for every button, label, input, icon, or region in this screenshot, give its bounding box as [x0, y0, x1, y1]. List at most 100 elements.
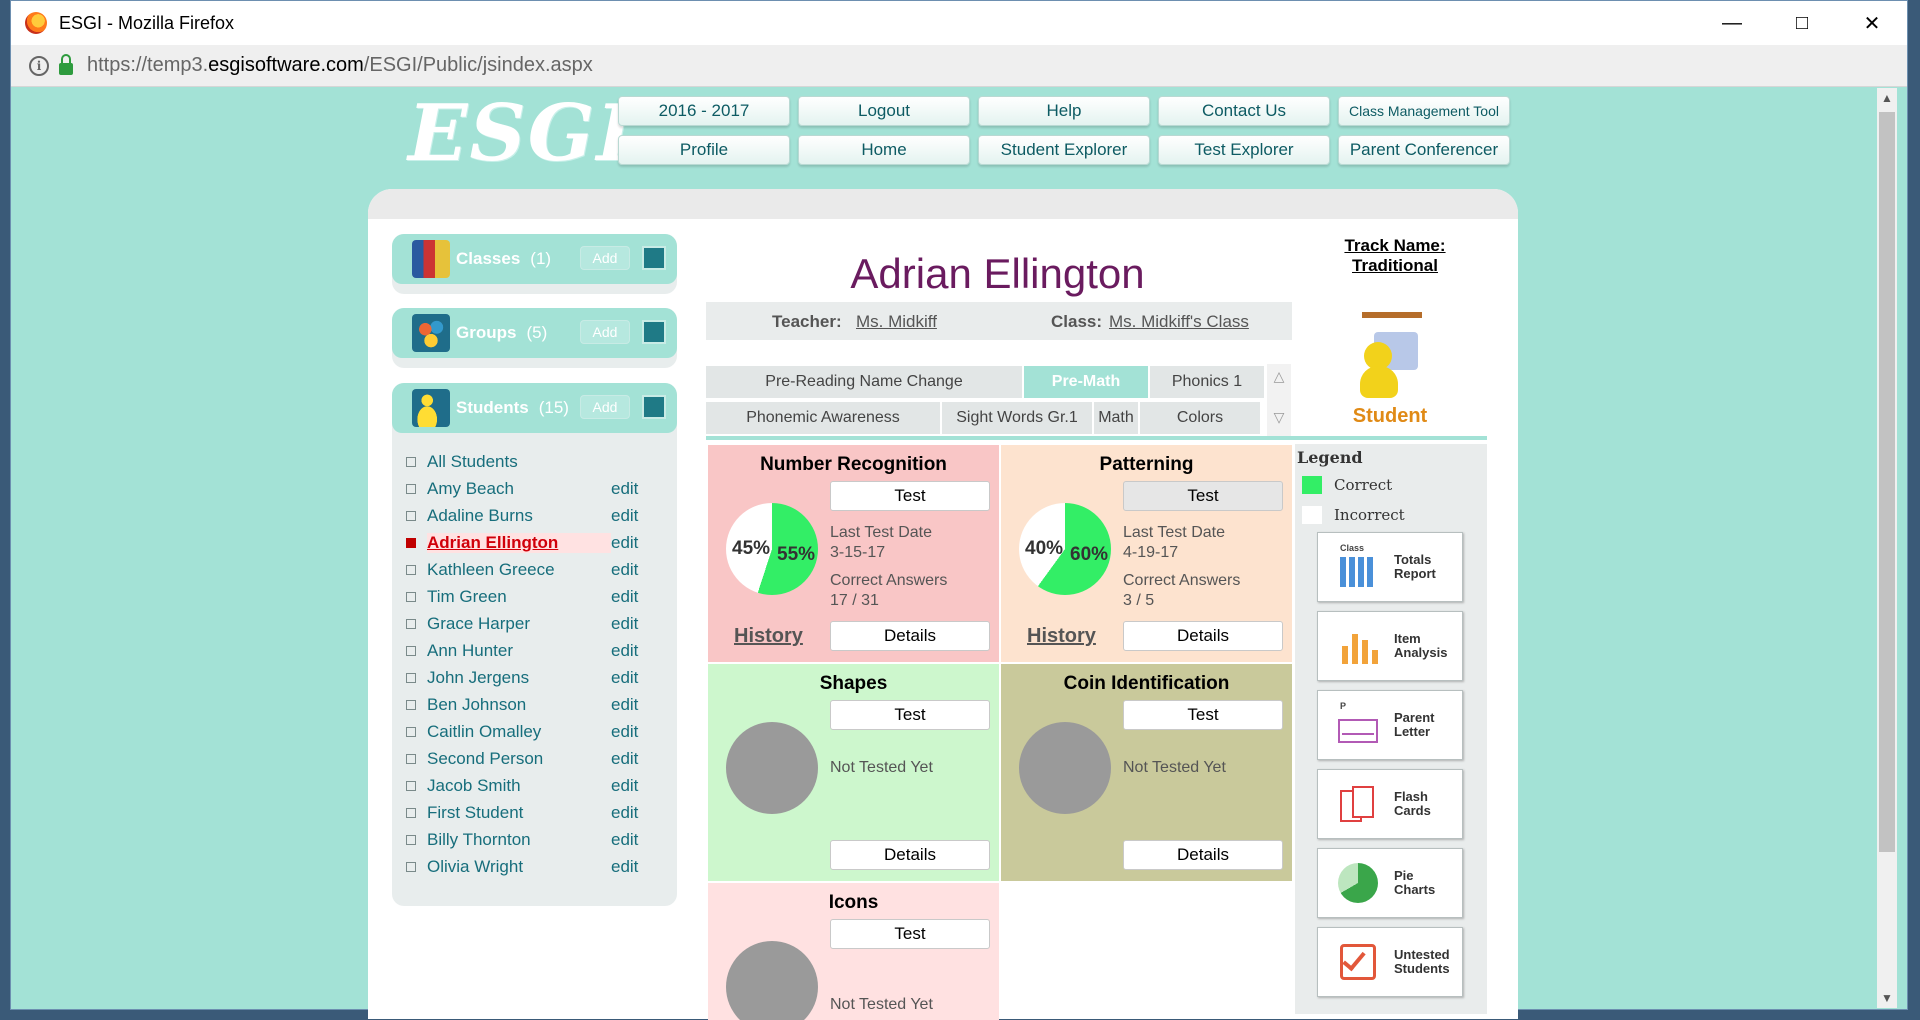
edit-link[interactable]: edit [611, 641, 638, 661]
edit-link[interactable]: edit [611, 830, 638, 850]
history-link[interactable]: History [1027, 625, 1096, 648]
profile-button[interactable]: Profile [618, 135, 790, 165]
checkbox[interactable] [406, 808, 416, 818]
edit-link[interactable]: edit [611, 533, 638, 553]
checkbox[interactable] [406, 484, 416, 494]
scroll-down-icon[interactable]: ▼ [1877, 988, 1897, 1008]
list-item[interactable]: Adaline Burns edit [406, 505, 666, 527]
untested-students-button[interactable]: Untested Students [1317, 927, 1463, 997]
expand-icon[interactable] [642, 320, 666, 344]
list-item[interactable]: All Students [406, 451, 666, 473]
students-label[interactable]: Students [456, 398, 529, 418]
contact-us-button[interactable]: Contact Us [1158, 96, 1330, 126]
edit-link[interactable]: edit [611, 776, 638, 796]
list-item[interactable]: Tim Green edit [406, 586, 666, 608]
student-link[interactable]: Adaline Burns [427, 506, 611, 526]
checkbox[interactable] [406, 673, 416, 683]
minimize-button[interactable]: — [1697, 1, 1767, 45]
groups-label[interactable]: Groups [456, 323, 516, 343]
close-button[interactable]: ✕ [1837, 1, 1907, 45]
edit-link[interactable]: edit [611, 722, 638, 742]
edit-link[interactable]: edit [611, 506, 638, 526]
list-item[interactable]: Olivia Wright edit [406, 856, 666, 878]
maximize-button[interactable]: □ [1767, 1, 1837, 45]
list-item[interactable]: Amy Beach edit [406, 478, 666, 500]
totals-report-button[interactable]: Class Totals Report [1317, 532, 1463, 602]
checkbox[interactable] [406, 700, 416, 710]
classes-label[interactable]: Classes [456, 249, 520, 269]
edit-link[interactable]: edit [611, 803, 638, 823]
flash-cards-button[interactable]: Flash Cards [1317, 769, 1463, 839]
student-link[interactable]: Ann Hunter [427, 641, 611, 661]
teacher-link[interactable]: Ms. Midkiff [856, 312, 937, 332]
home-button[interactable]: Home [798, 135, 970, 165]
list-item[interactable]: Ann Hunter edit [406, 640, 666, 662]
scrollbar-thumb[interactable] [1879, 112, 1895, 852]
item-analysis-button[interactable]: Item Analysis [1317, 611, 1463, 681]
year-button[interactable]: 2016 - 2017 [618, 96, 790, 126]
checkbox[interactable] [406, 457, 416, 467]
test-button[interactable]: Test [1123, 481, 1283, 511]
esgi-logo[interactable]: ESGI [408, 88, 635, 179]
chevron-down-icon[interactable]: ▽ [1267, 409, 1291, 426]
subject-tab[interactable]: Phonemic Awareness [706, 402, 940, 434]
checkbox[interactable] [406, 538, 416, 548]
subject-tab[interactable]: Math [1094, 402, 1138, 434]
checkbox[interactable] [406, 835, 416, 845]
help-button[interactable]: Help [978, 96, 1150, 126]
edit-link[interactable]: edit [611, 479, 638, 499]
edit-link[interactable]: edit [611, 749, 638, 769]
class-management-tool-button[interactable]: Class Management Tool [1338, 96, 1510, 126]
student-link[interactable]: Olivia Wright [427, 857, 611, 877]
student-explorer-button[interactable]: Student Explorer [978, 135, 1150, 165]
student-link[interactable]: John Jergens [427, 668, 611, 688]
subject-tab[interactable]: Phonics 1 [1150, 366, 1264, 398]
subject-tab[interactable]: Sight Words Gr.1 [942, 402, 1092, 434]
details-button[interactable]: Details [1123, 840, 1283, 870]
details-button[interactable]: Details [830, 621, 990, 651]
student-link[interactable]: Billy Thornton [427, 830, 611, 850]
logout-button[interactable]: Logout [798, 96, 970, 126]
edit-link[interactable]: edit [611, 857, 638, 877]
student-link[interactable]: Adrian Ellington [427, 533, 611, 553]
list-item[interactable]: Second Person edit [406, 748, 666, 770]
details-button[interactable]: Details [1123, 621, 1283, 651]
info-icon[interactable]: i [29, 55, 49, 76]
list-item[interactable]: Jacob Smith edit [406, 775, 666, 797]
list-item[interactable]: First Student edit [406, 802, 666, 824]
edit-link[interactable]: edit [611, 560, 638, 580]
checkbox[interactable] [406, 862, 416, 872]
test-button[interactable]: Test [830, 919, 990, 949]
student-link[interactable]: Jacob Smith [427, 776, 611, 796]
list-item[interactable]: Adrian Ellington edit [406, 532, 666, 554]
parent-letter-button[interactable]: P Parent Letter [1317, 690, 1463, 760]
checkbox[interactable] [406, 592, 416, 602]
subject-tab[interactable]: Pre-Reading Name Change [706, 366, 1022, 398]
edit-link[interactable]: edit [611, 614, 638, 634]
list-item[interactable]: Kathleen Greece edit [406, 559, 666, 581]
details-button[interactable]: Details [830, 840, 990, 870]
address-bar[interactable]: i https://temp3.esgisoftware.com/ESGI/Pu… [11, 45, 1907, 87]
all-students-link[interactable]: All Students [427, 452, 611, 472]
student-link[interactable]: Grace Harper [427, 614, 611, 634]
list-item[interactable]: Caitlin Omalley edit [406, 721, 666, 743]
class-link[interactable]: Ms. Midkiff's Class [1109, 312, 1249, 332]
test-button[interactable]: Test [1123, 700, 1283, 730]
collapse-icon[interactable] [642, 395, 666, 419]
tab-scroll[interactable]: △ ▽ [1267, 364, 1291, 436]
pie-charts-button[interactable]: Pie Charts [1317, 848, 1463, 918]
checkbox[interactable] [406, 565, 416, 575]
list-item[interactable]: Grace Harper edit [406, 613, 666, 635]
checkbox[interactable] [406, 781, 416, 791]
student-link[interactable]: Ben Johnson [427, 695, 611, 715]
add-class-button[interactable]: Add [580, 246, 630, 270]
vertical-scrollbar[interactable]: ▲ ▼ [1877, 88, 1897, 1008]
checkbox[interactable] [406, 511, 416, 521]
student-link[interactable]: Tim Green [427, 587, 611, 607]
edit-link[interactable]: edit [611, 668, 638, 688]
url-text[interactable]: https://temp3.esgisoftware.com/ESGI/Publ… [87, 54, 593, 77]
test-explorer-button[interactable]: Test Explorer [1158, 135, 1330, 165]
student-link[interactable]: Caitlin Omalley [427, 722, 611, 742]
list-item[interactable]: Billy Thornton edit [406, 829, 666, 851]
parent-conferencer-button[interactable]: Parent Conferencer [1338, 135, 1510, 165]
